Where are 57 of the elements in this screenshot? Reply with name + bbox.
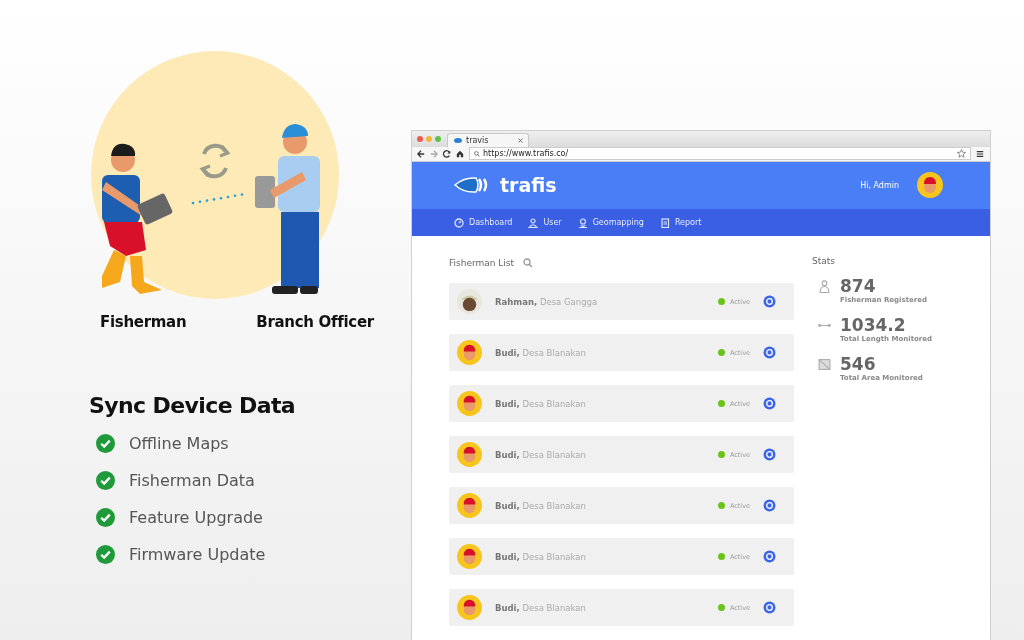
section-title: Fisherman List xyxy=(449,258,515,268)
status-dot xyxy=(717,349,725,356)
user-icon xyxy=(528,217,539,228)
dotted-line xyxy=(191,193,244,205)
brand-name: trafis xyxy=(500,174,557,197)
status-dot xyxy=(717,604,725,611)
stat-value: 1034.2 xyxy=(840,315,907,335)
fisherman-name: Budi, Desa Blanakan xyxy=(495,602,586,613)
fisherman-name: Rahman, Desa Gangga xyxy=(495,296,598,307)
section-title: Stats xyxy=(812,256,836,268)
fisherman-name: Budi, Desa Blanakan xyxy=(495,398,586,409)
search-icon[interactable] xyxy=(523,258,534,268)
address-field[interactable]: https://www.trafis.co/ xyxy=(469,147,971,161)
search-icon xyxy=(474,150,480,157)
avatar xyxy=(457,442,482,467)
feature-item: Firmware Update xyxy=(129,544,266,564)
nav-item[interactable]: Geomapping xyxy=(577,217,644,228)
person-icon xyxy=(818,280,831,293)
document-icon xyxy=(659,217,670,228)
figure-label: Branch Officer xyxy=(256,313,374,331)
feature-item: Feature Upgrade xyxy=(129,507,263,527)
location-icon xyxy=(577,217,588,228)
avatar xyxy=(457,595,482,620)
fisherman-name: Budi, Desa Blanakan xyxy=(495,500,586,511)
status-dot xyxy=(717,298,725,305)
avatar xyxy=(457,289,482,314)
fisherman-name: Budi, Desa Blanakan xyxy=(495,551,586,562)
back-icon[interactable] xyxy=(417,149,425,158)
status-dot xyxy=(717,553,725,560)
figure-label: Fisherman xyxy=(100,313,187,331)
fisherman-name: Budi, Desa Blanakan xyxy=(495,449,586,460)
browser-tab[interactable]: travis xyxy=(447,132,529,147)
tab-close-icon[interactable] xyxy=(518,138,523,143)
star-icon[interactable] xyxy=(957,149,966,159)
gauge-icon xyxy=(454,217,464,228)
reload-icon[interactable] xyxy=(443,149,451,158)
area-icon xyxy=(818,358,831,371)
stat-value: 546 xyxy=(840,354,877,374)
avatar xyxy=(457,391,482,416)
avatar[interactable] xyxy=(917,172,943,199)
home-icon[interactable] xyxy=(456,149,464,158)
status-dot xyxy=(717,451,725,458)
nav-item[interactable]: User xyxy=(528,217,562,228)
status-dot xyxy=(717,502,725,509)
feature-item: Fisherman Data xyxy=(129,470,255,490)
feature-title: Sync Device Data xyxy=(89,393,297,418)
greeting: Hi, Admin xyxy=(860,180,899,190)
nav-item[interactable]: Dashboard xyxy=(454,217,513,228)
status-dot xyxy=(717,400,725,407)
nav-item[interactable]: Report xyxy=(659,217,702,228)
avatar xyxy=(457,544,482,569)
menu-icon[interactable] xyxy=(976,149,984,158)
avatar xyxy=(457,340,482,365)
avatar xyxy=(457,493,482,518)
fisherman-name: Budi, Desa Blanakan xyxy=(495,347,586,358)
stat-value: 874 xyxy=(840,276,877,296)
feature-item: Offline Maps xyxy=(129,433,229,453)
